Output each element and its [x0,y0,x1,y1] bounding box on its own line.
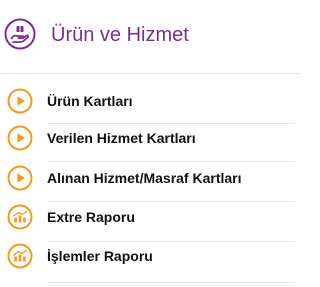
menu-item-label: Verilen Hizmet Kartları [47,130,196,146]
play-circle-icon [7,125,33,151]
product-service-menu: Ürün ve Hizmet Ürün Kartları Verilen Hiz… [0,0,300,287]
menu-item-label: Ürün Kartları [47,93,133,109]
menu-item-verilen-hizmet-kartlari[interactable]: Verilen Hizmet Kartları [0,117,300,159]
bar-chart-circle-icon [7,204,33,230]
menu-header: Ürün ve Hizmet [0,0,300,74]
hand-holding-box-icon [4,18,36,50]
menu-item-label: Alınan Hizmet/Masraf Kartları [47,170,242,186]
play-circle-icon [7,165,33,191]
menu-item-islemler-raporu[interactable]: İşlemler Raporu [0,235,300,277]
menu-item-label: Extre Raporu [47,209,135,225]
menu-item-alinan-hizmet-masraf-kartlari[interactable]: Alınan Hizmet/Masraf Kartları [0,157,300,199]
play-circle-icon [7,88,33,114]
menu-item-urun-kartlari[interactable]: Ürün Kartları [0,80,300,122]
menu-item-label: İşlemler Raporu [47,248,153,264]
bar-chart-circle-icon [7,243,33,269]
divider [47,282,295,283]
menu-item-extre-raporu[interactable]: Extre Raporu [0,196,300,238]
menu-title: Ürün ve Hizmet [51,24,189,46]
